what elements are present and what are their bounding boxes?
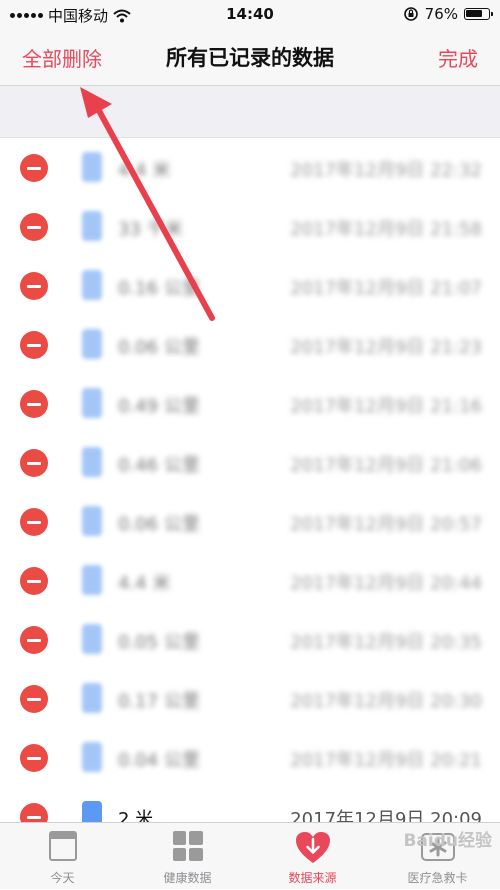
record-date: 2017年12月9日 20:44: [290, 573, 482, 594]
record-value: 2 米: [118, 809, 154, 822]
device-icon: [82, 388, 102, 418]
delete-circle-button[interactable]: [20, 626, 48, 654]
delete-circle-button[interactable]: [20, 331, 48, 359]
rotation-lock-icon: [403, 7, 418, 21]
record-date: 2017年12月9日 21:23: [290, 337, 482, 358]
list-item[interactable]: 0.05 公里 2017年12月9日 20:35: [0, 610, 500, 670]
record-date: 2017年12月9日 21:06: [290, 455, 482, 476]
delete-circle-button[interactable]: [20, 449, 48, 477]
status-bar: 中国移动 14:40 76%: [0, 0, 500, 30]
battery-icon: [464, 8, 493, 20]
list-item[interactable]: 0.06 公里 2017年12月9日 20:57: [0, 492, 500, 552]
list-item[interactable]: 0.06 公里 2017年12月9日 21:23: [0, 315, 500, 375]
device-icon: [82, 683, 102, 713]
delete-circle-button[interactable]: [20, 567, 48, 595]
list-item[interactable]: 0.04 公里 2017年12月9日 20:21: [0, 728, 500, 788]
record-value: 0.16 公里: [118, 278, 200, 299]
list-item[interactable]: 0.46 公里 2017年12月9日 21:06: [0, 433, 500, 493]
record-date: 2017年12月9日 20:09: [290, 809, 482, 822]
list-item[interactable]: 0.49 公里 2017年12月9日 21:16: [0, 374, 500, 434]
record-date: 2017年12月9日 20:35: [290, 632, 482, 653]
record-date: 2017年12月9日 20:57: [290, 514, 482, 535]
record-value: 33 千米: [118, 219, 183, 240]
battery-percent: 76%: [424, 5, 458, 23]
delete-circle-button[interactable]: [20, 390, 48, 418]
delete-circle-button[interactable]: [20, 685, 48, 713]
status-right: 76%: [403, 5, 493, 23]
device-icon: [82, 506, 102, 536]
list-item[interactable]: 33 千米 2017年12月9日 21:58: [0, 197, 500, 257]
device-icon: [82, 447, 102, 477]
grid-icon: [172, 831, 203, 861]
device-icon: [82, 152, 102, 182]
list-item[interactable]: 2 米 2017年12月9日 20:09: [0, 787, 500, 822]
device-icon: [82, 270, 102, 300]
tab-label: 数据来源: [288, 871, 337, 885]
done-button[interactable]: 完成: [438, 43, 478, 72]
tab-data-sources[interactable]: 数据来源: [250, 823, 375, 890]
navigation-bar: 全部删除 所有已记录的数据 完成: [0, 30, 500, 86]
section-header: [0, 86, 500, 138]
delete-circle-button[interactable]: [20, 272, 48, 300]
delete-all-button[interactable]: 全部删除: [22, 43, 102, 72]
delete-circle-button[interactable]: [20, 213, 48, 241]
record-value: 0.06 公里: [118, 514, 200, 535]
list-item[interactable]: 0.16 公里 2017年12月9日 21:07: [0, 256, 500, 316]
delete-circle-button[interactable]: [20, 508, 48, 536]
record-value: 0.04 公里: [118, 750, 200, 771]
heart-icon: [295, 832, 330, 863]
record-value: 0.06 公里: [118, 337, 200, 358]
record-value: 4.4 米: [118, 160, 171, 181]
battery-fill: [466, 10, 482, 17]
list-item[interactable]: 4.4 米 2017年12月9日 22:32: [0, 138, 500, 198]
baidu-watermark: Baidu经验: [403, 831, 492, 851]
device-icon: [82, 742, 102, 772]
record-list: 4.4 米 2017年12月9日 22:32 33 千米 2017年12月9日 21:…: [0, 138, 500, 822]
device-icon: [82, 801, 102, 822]
delete-circle-button[interactable]: [20, 154, 48, 182]
device-icon: [82, 211, 102, 241]
delete-circle-button[interactable]: [20, 803, 48, 822]
record-date: 2017年12月9日 22:32: [290, 160, 482, 181]
record-value: 0.46 公里: [118, 455, 200, 476]
record-value: 0.17 公里: [118, 691, 200, 712]
tab-health-data[interactable]: 健康数据: [125, 823, 250, 890]
record-value: 0.05 公里: [118, 632, 200, 653]
list-item[interactable]: 0.17 公里 2017年12月9日 20:30: [0, 669, 500, 729]
device-icon: [82, 329, 102, 359]
record-value: 0.49 公里: [118, 396, 200, 417]
tab-label: 今天: [50, 871, 75, 885]
record-date: 2017年12月9日 21:16: [290, 396, 482, 417]
list-item[interactable]: 4.4 米 2017年12月9日 20:44: [0, 551, 500, 611]
record-date: 2017年12月9日 21:58: [290, 219, 482, 240]
record-date: 2017年12月9日 21:07: [290, 278, 482, 299]
delete-circle-button[interactable]: [20, 744, 48, 772]
device-icon: [82, 624, 102, 654]
record-value: 4.4 米: [118, 573, 171, 594]
tab-today[interactable]: 今天: [0, 823, 125, 890]
tab-label: 医疗急救卡: [407, 871, 468, 885]
record-date: 2017年12月9日 20:21: [290, 750, 482, 771]
device-icon: [82, 565, 102, 595]
calendar-icon: [48, 831, 77, 861]
tab-label: 健康数据: [163, 871, 212, 885]
record-date: 2017年12月9日 20:30: [290, 691, 482, 712]
